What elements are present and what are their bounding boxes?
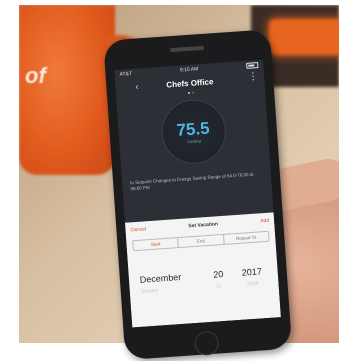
date-picker[interactable]: December 20 2017 January 21 2018 <box>127 245 281 325</box>
more-options-icon[interactable]: ⋮ <box>248 71 259 83</box>
picker-year-next[interactable]: 2018 <box>237 279 267 287</box>
vacation-sheet: Cancel Set Vacation Add Start End Repeat… <box>124 212 281 328</box>
add-button[interactable]: Add <box>260 218 269 225</box>
phone: AT&T 9:15 AM ‹ Chefs Office ⋮ 75.5 Cooli… <box>103 29 293 361</box>
sheet-title: Set Vacation <box>188 221 219 230</box>
carrier-label: AT&T <box>119 70 133 78</box>
battery-icon <box>246 62 259 69</box>
clock: 9:15 AM <box>179 66 199 74</box>
picker-day[interactable]: 20 <box>209 269 228 280</box>
picker-year[interactable]: 2017 <box>237 266 268 278</box>
tab-repeat[interactable]: Repeat To <box>224 232 269 244</box>
schedule-notice: In Setpoint Changes to Energy Saving Ran… <box>129 171 254 191</box>
tab-end[interactable]: End <box>178 234 225 248</box>
back-arrow-icon[interactable]: ‹ <box>135 81 139 91</box>
home-button[interactable] <box>193 330 220 357</box>
background-device-panel <box>269 19 339 55</box>
tab-start[interactable]: Start <box>133 238 180 251</box>
page-dot <box>187 91 190 95</box>
picker-month-next[interactable]: January <box>140 284 200 294</box>
page-dot <box>191 91 194 94</box>
picker-day-next[interactable]: 21 <box>210 282 228 289</box>
mode-label: Cooling <box>186 137 201 144</box>
cancel-button[interactable]: Cancel <box>130 226 146 233</box>
page-title: Chefs Office <box>166 76 214 90</box>
mug-logo: of <box>25 63 46 88</box>
phone-speaker <box>169 45 205 53</box>
temperature-readout: 75.5 <box>175 118 211 140</box>
thermostat-dial[interactable]: 75.5 Cooling <box>159 97 228 166</box>
orange-mug <box>19 5 115 175</box>
phone-screen: AT&T 9:15 AM ‹ Chefs Office ⋮ 75.5 Cooli… <box>114 59 281 328</box>
